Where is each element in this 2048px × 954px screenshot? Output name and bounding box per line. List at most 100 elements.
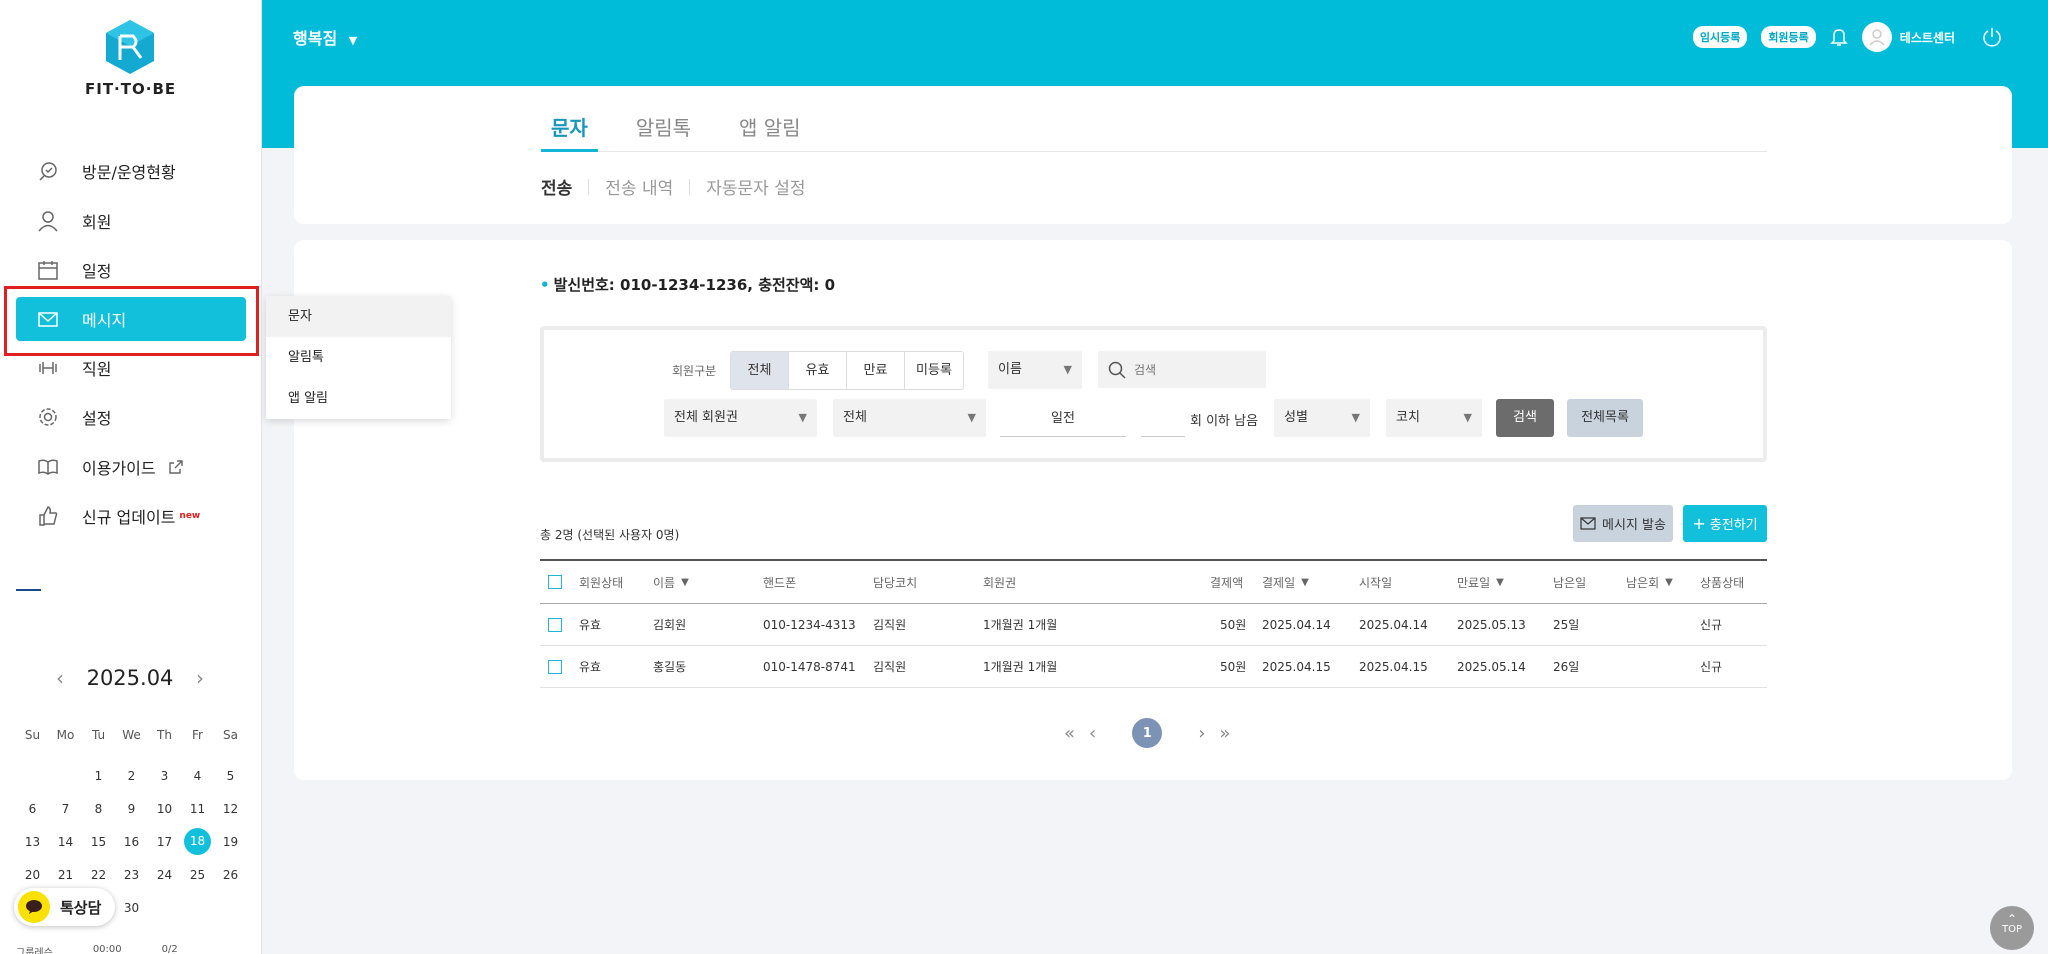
sidebar-item-update[interactable]: 신규 업데이트 new [16, 494, 246, 538]
segment-expired[interactable]: 만료 [847, 352, 905, 389]
segment-valid[interactable]: 유효 [789, 352, 847, 389]
calendar-day-today[interactable]: 18 [181, 828, 214, 855]
submenu-item-sms[interactable]: 문자 [266, 296, 451, 337]
submenu-item-app-notification[interactable]: 앱 알림 [266, 378, 451, 419]
calendar-day[interactable]: 11 [181, 802, 214, 816]
charge-button[interactable]: + 충전하기 [1683, 505, 1767, 542]
today-marker: 18 [184, 828, 211, 855]
cell-product-status: 신규 [1700, 660, 1723, 674]
remaining-count-input[interactable] [1141, 400, 1185, 437]
calendar-day[interactable]: 25 [181, 868, 214, 882]
weekday: Fr [192, 727, 203, 742]
temp-register-button[interactable]: 임시등록 [1692, 26, 1748, 48]
submenu-item-alimtalk[interactable]: 알림톡 [266, 337, 451, 378]
sidebar-item-guide[interactable]: 이용가이드 [16, 445, 246, 489]
search-input[interactable] [1134, 362, 1254, 377]
subtab-history[interactable]: 전송 내역 [605, 174, 673, 199]
col-header-sessions-left[interactable]: 남은회 ▼ [1626, 561, 1673, 603]
next-page-icon[interactable]: › [1198, 723, 1205, 744]
calendar-day[interactable]: 17 [148, 835, 181, 849]
sidebar-item-member[interactable]: 회원 [16, 199, 246, 243]
search-button[interactable]: 검색 [1496, 399, 1554, 437]
calendar-day[interactable]: 22 [82, 868, 115, 882]
calendar-day[interactable]: 9 [115, 802, 148, 816]
calendar-day[interactable]: 3 [148, 769, 181, 783]
table-row[interactable]: 유효 홍길동 010-1478-8741 김직원 1개월권 1개월 50원 20… [540, 646, 1767, 688]
col-header-pay-date[interactable]: 결제일 ▼ [1262, 561, 1309, 603]
caret-down-icon: ▼ [1463, 411, 1472, 424]
branch-selector[interactable]: 행복짐 ▼ [293, 25, 357, 49]
calendar-day[interactable]: 30 [115, 901, 148, 915]
chevron-right-icon[interactable]: › [190, 666, 210, 690]
calendar-day[interactable]: 10 [148, 802, 181, 816]
sender-info: • 발신번호: 010-1234-1236, 충전잔액: 0 [540, 274, 835, 295]
sidebar-item-label: 이용가이드 [82, 459, 156, 478]
calendar-day[interactable]: 15 [82, 835, 115, 849]
calendar-day[interactable]: 13 [16, 835, 49, 849]
coach-select[interactable]: 코치 ▼ [1386, 399, 1482, 437]
ticket-select[interactable]: 전체 회원권 ▼ [664, 399, 817, 437]
send-message-button[interactable]: 메시지 발송 [1573, 505, 1673, 542]
divider [689, 178, 691, 195]
search-box[interactable] [1098, 351, 1266, 388]
logo[interactable]: FIT·TO·BE [85, 18, 175, 98]
tab-sms[interactable]: 문자 [541, 112, 598, 152]
col-header-name[interactable]: 이름 ▼ [653, 561, 689, 603]
member-register-button[interactable]: 회원등록 [1761, 26, 1816, 48]
cell-ticket: 1개월권 1개월 [983, 660, 1058, 674]
calendar-day[interactable]: 19 [214, 835, 247, 849]
calendar-day[interactable]: 12 [214, 802, 247, 816]
sidebar-item-label: 방문/운영현황 [82, 163, 176, 182]
weekday: Tu [91, 727, 106, 742]
calendar-day[interactable]: 8 [82, 802, 115, 816]
subtab-auto-sms[interactable]: 자동문자 설정 [706, 174, 805, 199]
segment-all[interactable]: 전체 [731, 352, 789, 389]
days-before-input[interactable]: 일전 [1000, 400, 1126, 437]
scroll-top-button[interactable]: ⌃ TOP [1990, 906, 2034, 950]
table-row[interactable]: 유효 김회원 010-1234-4313 김직원 1개월권 1개월 50원 20… [540, 604, 1767, 646]
calendar-day[interactable]: 21 [49, 868, 82, 882]
gender-select[interactable]: 성별 ▼ [1274, 399, 1370, 437]
thumbs-up-icon [36, 504, 60, 528]
charge-label: 충전하기 [1709, 518, 1758, 533]
bell-icon[interactable] [1829, 27, 1848, 47]
calendar-day[interactable]: 24 [148, 868, 181, 882]
show-all-button[interactable]: 전체목록 [1567, 399, 1643, 437]
tab-app-notification[interactable]: 앱 알림 [729, 112, 811, 152]
calendar-day[interactable]: 26 [214, 868, 247, 882]
calendar-day[interactable]: 23 [115, 868, 148, 882]
all-select[interactable]: 전체 ▼ [833, 399, 986, 437]
calendar-schedule-row[interactable]: 그룹레슨 00:00 0/2 [16, 944, 178, 954]
calendar-day[interactable]: 16 [115, 835, 148, 849]
calendar-day[interactable]: 6 [16, 802, 49, 816]
page-number-current[interactable]: 1 [1132, 718, 1163, 748]
subtab-send[interactable]: 전송 [541, 174, 572, 199]
calendar-day[interactable]: 20 [16, 868, 49, 882]
kakao-chat-button[interactable]: 톡상담 [14, 888, 116, 926]
external-link-icon [168, 459, 184, 475]
power-icon[interactable] [1981, 26, 2003, 48]
calendar-day[interactable]: 5 [214, 769, 247, 783]
prev-page-icon[interactable]: ‹ [1089, 723, 1096, 744]
calendar-day[interactable]: 14 [49, 835, 82, 849]
calendar-day[interactable]: 7 [49, 802, 82, 816]
calendar-day[interactable]: 1 [82, 769, 115, 783]
name-select[interactable]: 이름 ▼ [988, 351, 1082, 389]
user-menu[interactable]: 테스트센터 [1861, 22, 1955, 52]
segment-unregistered[interactable]: 미등록 [905, 352, 963, 389]
row-checkbox[interactable] [548, 660, 562, 674]
sidebar-item-visit-status[interactable]: 방문/운영현황 [16, 149, 246, 193]
calendar-day[interactable]: 4 [181, 769, 214, 783]
select-all-checkbox[interactable] [548, 575, 562, 589]
sidebar-item-settings[interactable]: 설정 [16, 395, 246, 439]
avatar [1861, 22, 1892, 52]
col-header-expire-date[interactable]: 만료일 ▼ [1457, 561, 1504, 603]
calendar-day[interactable]: 2 [115, 769, 148, 783]
last-page-icon[interactable]: » [1219, 723, 1230, 744]
tab-alimtalk[interactable]: 알림톡 [626, 112, 701, 152]
chevron-left-icon[interactable]: ‹ [50, 666, 70, 690]
cell-name: 김회원 [653, 618, 687, 632]
first-page-icon[interactable]: « [1064, 723, 1075, 744]
weekday: We [122, 727, 141, 742]
row-checkbox[interactable] [548, 618, 562, 632]
